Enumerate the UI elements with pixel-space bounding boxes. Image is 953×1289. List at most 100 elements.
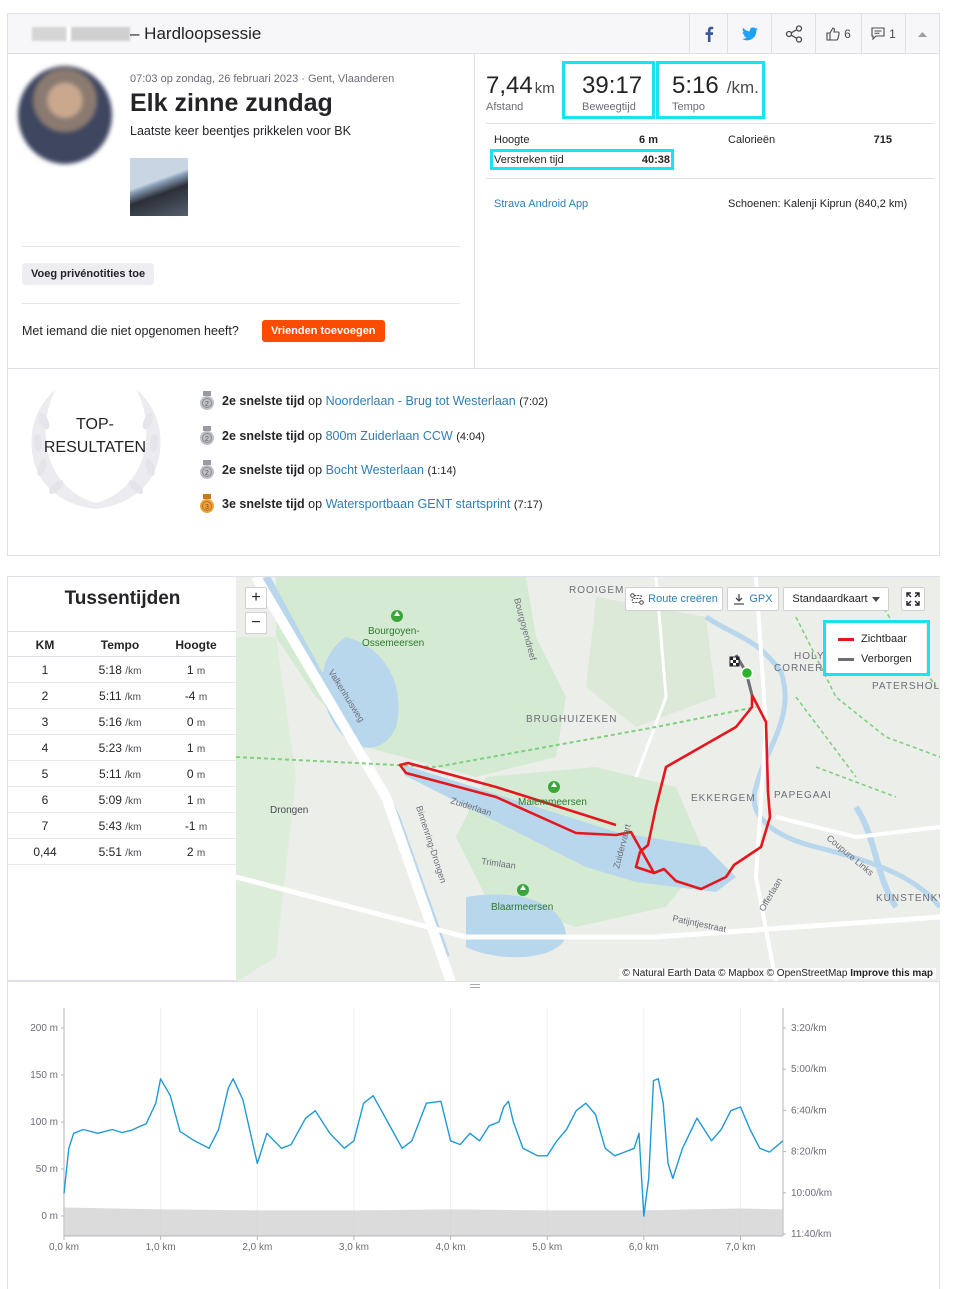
split-pace: 5:11 /km	[99, 767, 141, 781]
legend-hidden-label: Verborgen	[861, 653, 912, 665]
calories-label: Calorieën	[728, 134, 776, 146]
gpx-label: GPX	[749, 593, 773, 605]
activity-photo[interactable]	[130, 158, 188, 216]
map-label-bourgoyen2: Ossemeersen	[362, 638, 424, 649]
map-style-select[interactable]: Standaardkaart	[783, 587, 889, 611]
comments-button[interactable]: 1	[861, 14, 905, 53]
segment-link[interactable]: 800m Zuiderlaan CCW	[326, 429, 453, 443]
y-right-tick-label: 6:40/km	[791, 1105, 827, 1116]
split-row[interactable]: 1 5:18 /km 1 m	[8, 657, 237, 683]
split-elevation: 2 m	[186, 845, 206, 859]
achievement-op: op	[308, 429, 323, 443]
x-tick-label: 1,0 km	[146, 1242, 176, 1253]
stat-moving-time: 39:17 Beweegtijd	[582, 72, 642, 113]
gpx-download-button[interactable]: GPX	[727, 587, 779, 611]
split-pace: 5:43 /km	[98, 819, 142, 833]
achievement-rank: 2e snelste tijd	[222, 429, 305, 443]
improve-map-link[interactable]: Improve this map	[850, 968, 933, 979]
activity-title: Elk zinne zundag	[130, 89, 333, 117]
achievement-item: 3 3e snelste tijd op Watersportbaan GENT…	[198, 494, 543, 514]
y-right-tick-label: 8:20/km	[791, 1147, 827, 1158]
split-pace: 5:11 /km	[99, 689, 141, 703]
zoom-out-button[interactable]: −	[245, 612, 267, 634]
attribution-text: © Natural Earth Data © Mapbox © OpenStre…	[622, 968, 848, 979]
split-km: 6	[41, 793, 49, 807]
map-legend: Zichtbaar Verborgen	[826, 623, 926, 673]
route-map[interactable]: ROOIGEM Bourgoyen- Ossemeersen BRUGHUIZE…	[236, 576, 940, 981]
split-row[interactable]: 4 5:23 /km 1 m	[8, 735, 237, 761]
twitter-icon	[741, 26, 758, 40]
split-row[interactable]: 5 5:11 /km 0 m	[8, 761, 237, 787]
pace-line	[63, 1078, 784, 1217]
y-left-tick-label: 0 m	[41, 1211, 58, 1222]
analysis-graph[interactable]: 200 m 150 m 100 m 50 m 0 m 3:20/km 5:00/km 6:40…	[7, 981, 940, 1289]
legend-visible: Zichtbaar	[838, 633, 907, 645]
split-km: 2	[41, 689, 49, 703]
split-elevation: 0 m	[186, 715, 206, 729]
achievement-rank: 2e snelste tijd	[222, 463, 305, 477]
legend-hidden: Verborgen	[838, 653, 912, 665]
y-left-tick-label: 100 m	[30, 1117, 58, 1128]
achievement-item: 2 2e snelste tijd op Noorderlaan - Brug …	[198, 391, 548, 411]
split-row[interactable]: 6 5:09 /km 1 m	[8, 787, 237, 813]
segment-link[interactable]: Noorderlaan - Brug tot Westerlaan	[326, 394, 516, 408]
x-tick-label: 3,0 km	[339, 1242, 369, 1253]
achievement-op: op	[308, 497, 323, 511]
split-pace: 5:16 /km	[98, 715, 142, 729]
elapsed-time-value: 40:38	[641, 154, 670, 166]
activity-meta: 07:03 op zondag, 26 februari 2023 · Gent…	[130, 73, 395, 85]
park-icon	[517, 884, 529, 896]
legend-visible-label: Zichtbaar	[861, 633, 907, 645]
segment-link[interactable]: Watersportbaan GENT startsprint	[326, 497, 511, 511]
map-label-kunstenkw: KUNSTENKW	[876, 893, 940, 904]
split-row[interactable]: 0,44 5:51 /km 2 m	[8, 839, 237, 865]
chevron-up-icon	[918, 31, 927, 37]
split-elevation: 1 m	[186, 741, 206, 755]
collapse-button[interactable]	[905, 14, 939, 53]
elevation-value: 6 m	[639, 134, 658, 146]
y-left-tick-label: 50 m	[36, 1164, 58, 1175]
share-button[interactable]	[771, 14, 815, 53]
add-friends-button[interactable]: Vrienden toevoegen	[262, 320, 385, 342]
private-notes-button[interactable]: Voeg privénotities toe	[22, 263, 155, 285]
divider	[22, 303, 460, 304]
split-row[interactable]: 7 5:43 /km -1 m	[8, 813, 237, 839]
split-row[interactable]: 3 5:16 /km 0 m	[8, 709, 237, 735]
split-km: 0,44	[33, 845, 57, 859]
divider	[22, 246, 460, 247]
segment-link[interactable]: Bocht Westerlaan	[326, 463, 424, 477]
facebook-share-button[interactable]	[689, 14, 727, 53]
map-label-holy1: HOLY	[794, 651, 825, 662]
x-tick-label: 0,0 km	[49, 1242, 79, 1253]
splits-header-row: KM Tempo Hoogte	[8, 631, 237, 657]
create-route-button[interactable]: Route creëren	[625, 587, 723, 611]
badge-line-1: TOP-	[76, 416, 114, 433]
map-label-malem: Malemmeersen	[518, 797, 587, 808]
twitter-share-button[interactable]	[727, 14, 771, 53]
x-tick-label: 4,0 km	[436, 1242, 466, 1253]
activity-description: Laatste keer beentjes prikkelen voor BK	[130, 124, 351, 138]
avatar[interactable]	[18, 66, 112, 164]
stat-distance: 7,44 km Afstand	[486, 72, 555, 113]
create-route-label: Route creëren	[648, 593, 718, 605]
map-label-rooigem: ROOIGEM	[569, 585, 624, 596]
map-label-brughuizeken: BRUGHUIZEKEN	[526, 714, 617, 725]
kudos-button[interactable]: 6	[815, 14, 861, 53]
pace-unit: /km.	[726, 78, 759, 97]
device-link[interactable]: Strava Android App	[494, 198, 588, 210]
split-row[interactable]: 2 5:11 /km -4 m	[8, 683, 237, 709]
map-label-drongen: Drongen	[270, 805, 308, 816]
y-right-tick-label: 5:00/km	[791, 1064, 827, 1075]
svg-text:2: 2	[205, 470, 209, 477]
divider	[486, 178, 934, 179]
split-pace: 5:09 /km	[98, 793, 142, 807]
silver-medal-icon: 2	[200, 391, 214, 410]
pace-elevation-chart: 200 m 150 m 100 m 50 m 0 m 3:20/km 5:00/km 6:40…	[30, 1008, 832, 1253]
elapsed-time-label: Verstreken tijd	[494, 154, 564, 166]
achievement-time: (7:17)	[513, 499, 543, 511]
zoom-in-button[interactable]: +	[245, 587, 267, 609]
fullscreen-button[interactable]	[901, 587, 925, 611]
map-label-patershol: PATERSHOL	[872, 681, 940, 692]
park-icon	[548, 781, 560, 793]
split-elevation: -1 m	[184, 819, 208, 833]
